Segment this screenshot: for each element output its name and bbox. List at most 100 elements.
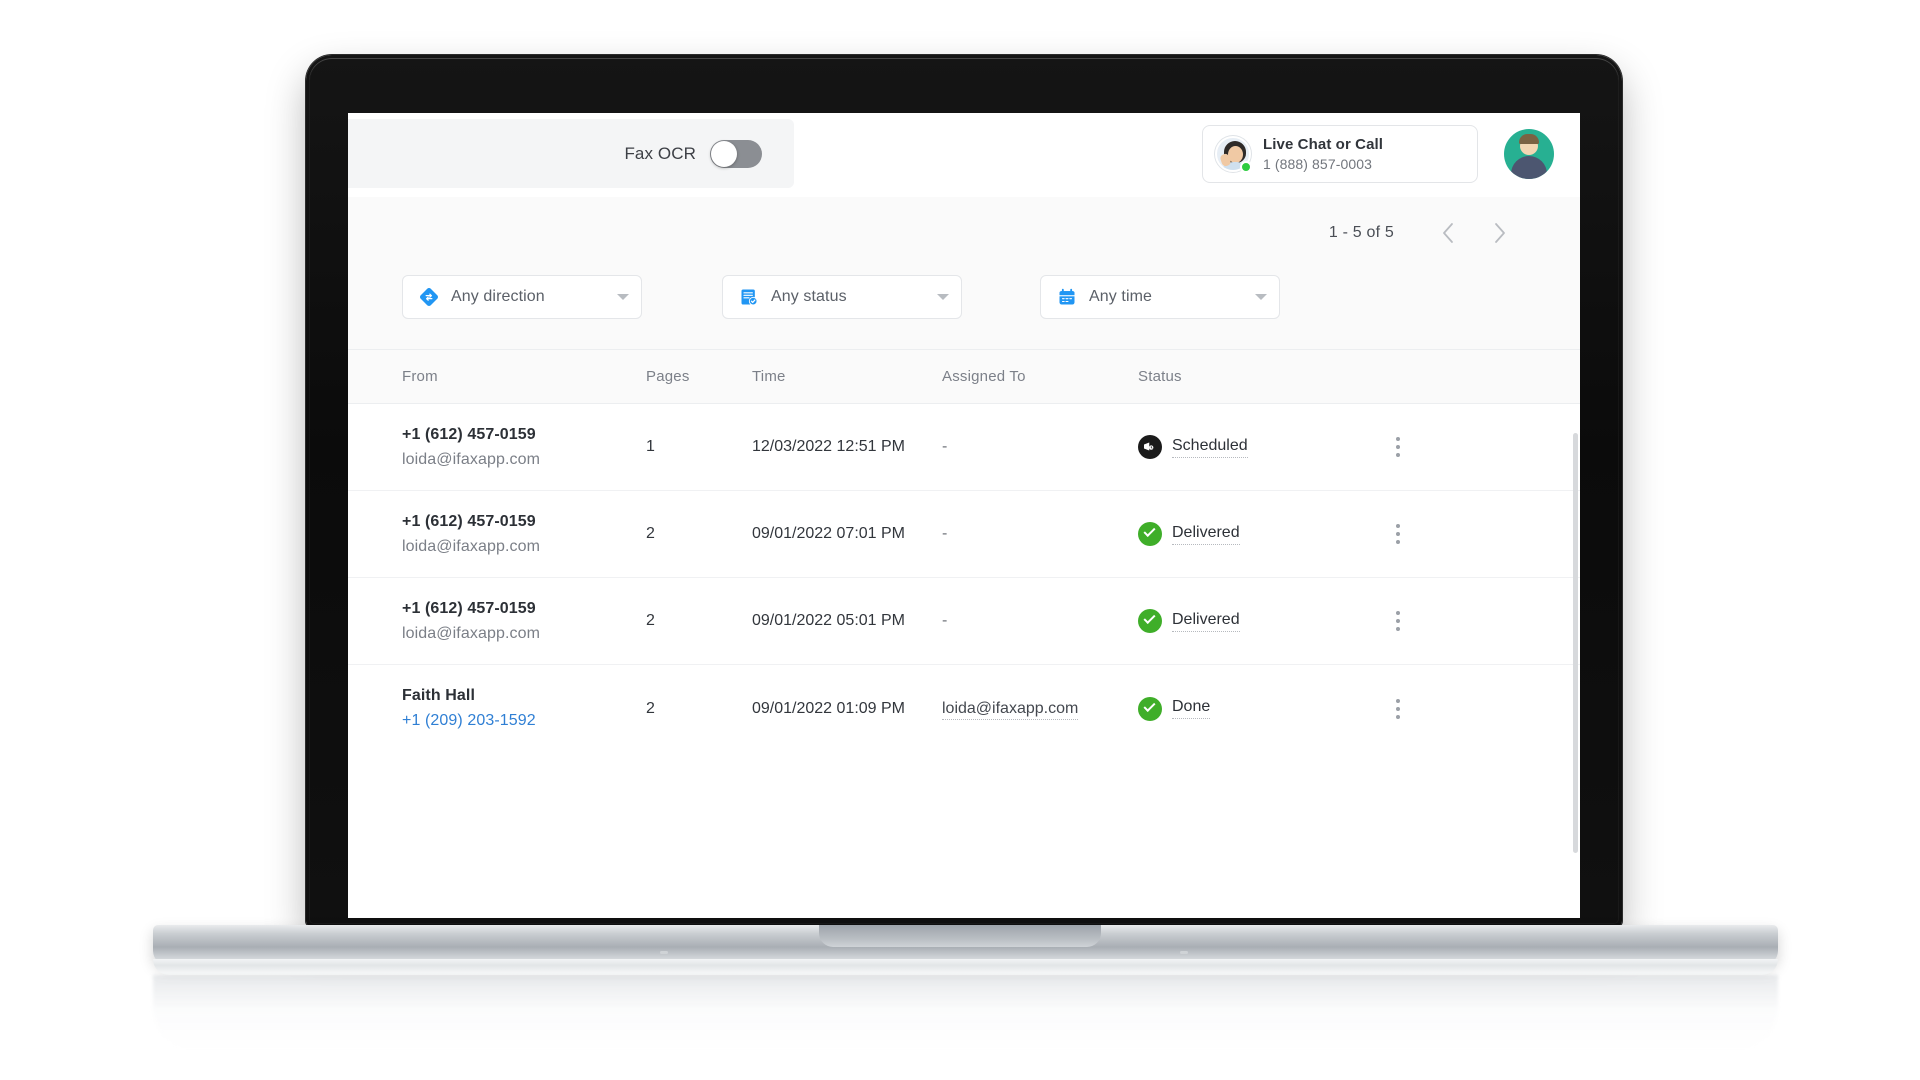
from-secondary: loida@ifaxapp.com	[402, 624, 541, 642]
status-document-icon	[741, 289, 758, 306]
from-primary: Faith Hall	[402, 687, 476, 704]
from-primary: +1 (612) 457-0159	[402, 512, 536, 530]
laptop-reflection	[153, 975, 1778, 1049]
fax-machine-icon	[1144, 442, 1154, 451]
cell-pages: 2	[646, 699, 655, 717]
chevron-down-icon	[1255, 294, 1267, 300]
chevron-down-icon	[937, 294, 949, 300]
chat-text-block: Live Chat or Call 1 (888) 857-0003	[1263, 136, 1383, 173]
status-badge[interactable]: Delivered	[1138, 522, 1368, 546]
next-page-button[interactable]	[1478, 213, 1522, 253]
cell-assigned-to: -	[942, 525, 1138, 543]
cell-from: +1 (612) 457-0159 loida@ifaxapp.com	[402, 513, 646, 556]
from-primary: +1 (612) 457-0159	[402, 425, 536, 443]
cell-time: 09/01/2022 07:01 PM	[752, 525, 906, 542]
check-circle-icon	[1138, 609, 1162, 633]
from-primary: +1 (612) 457-0159	[402, 599, 536, 617]
cell-pages: 1	[646, 438, 655, 455]
filter-any-direction[interactable]: Any direction	[402, 275, 642, 319]
top-bar: Fax OCR Live Chat or Call 1 (888) 857-00…	[348, 113, 1580, 197]
cell-status: Scheduled	[1138, 435, 1368, 459]
laptop-screen: Fax OCR Live Chat or Call 1 (888) 857-00…	[348, 113, 1580, 918]
agent-avatar	[1215, 136, 1252, 173]
direction-diamond-icon	[420, 288, 438, 306]
cell-from: +1 (612) 457-0159 loida@ifaxapp.com	[402, 426, 646, 469]
status-label[interactable]: Done	[1172, 698, 1211, 719]
filter-any-status[interactable]: Any status	[722, 275, 962, 319]
cell-from: Faith Hall +1 (209) 203-1592	[402, 687, 646, 730]
filter-bar: Any direction Any status Any time	[348, 269, 1580, 349]
live-chat-widget[interactable]: Live Chat or Call 1 (888) 857-0003	[1202, 125, 1478, 183]
filter-status-label: Any status	[771, 288, 847, 305]
column-header-pages: Pages	[646, 368, 690, 385]
cell-pages: 2	[646, 525, 655, 542]
column-header-time: Time	[752, 368, 786, 385]
row-menu-button[interactable]	[1368, 437, 1428, 457]
table-row[interactable]: Faith Hall +1 (209) 203-1592 2 09/01/2022 0…	[348, 665, 1580, 752]
cell-status: Done	[1138, 696, 1368, 721]
previous-page-button[interactable]	[1426, 213, 1470, 253]
ifax-app: Fax OCR Live Chat or Call 1 (888) 857-00…	[348, 113, 1580, 918]
cell-assigned-to: -	[942, 612, 1138, 630]
pagination-bar: 1 - 5 of 5	[348, 197, 1580, 269]
cell-time: 09/01/2022 05:01 PM	[752, 612, 906, 629]
from-secondary[interactable]: +1 (209) 203-1592	[402, 712, 646, 730]
laptop-base-lip	[153, 959, 1778, 975]
cell-assigned-to: -	[942, 438, 1138, 456]
status-label[interactable]: Delivered	[1172, 611, 1240, 632]
live-chat-title: Live Chat or Call	[1263, 135, 1384, 153]
assigned-to-empty: -	[942, 525, 948, 542]
table-body: +1 (612) 457-0159 loida@ifaxapp.com 1 12/03…	[348, 404, 1580, 752]
laptop-foot	[660, 951, 668, 954]
row-menu-button[interactable]	[1368, 524, 1428, 544]
laptop-mockup-stage: Fax OCR Live Chat or Call 1 (888) 857-00…	[0, 0, 1920, 1080]
assigned-to-empty: -	[942, 612, 948, 629]
cell-pages: 2	[646, 612, 655, 629]
laptop-foot	[1180, 951, 1188, 954]
scheduled-icon	[1138, 435, 1162, 459]
from-secondary: loida@ifaxapp.com	[402, 450, 541, 468]
filter-direction-label: Any direction	[451, 288, 545, 305]
column-header-status: Status	[1138, 368, 1182, 385]
table-row[interactable]: +1 (612) 457-0159 loida@ifaxapp.com 1 12/03…	[348, 404, 1580, 491]
filter-time-label: Any time	[1089, 288, 1153, 305]
chevron-left-icon	[1443, 223, 1453, 243]
table-row[interactable]: +1 (612) 457-0159 loida@ifaxapp.com 2 09/01…	[348, 578, 1580, 665]
row-menu-button[interactable]	[1368, 611, 1428, 631]
fax-ocr-panel: Fax OCR	[348, 119, 794, 188]
user-avatar[interactable]	[1504, 129, 1554, 179]
check-circle-icon	[1138, 696, 1162, 721]
status-badge[interactable]: Scheduled	[1138, 435, 1368, 459]
toggle-knob	[711, 140, 737, 167]
filter-any-time[interactable]: Any time	[1040, 275, 1280, 319]
laptop-hinge-notch	[819, 925, 1101, 947]
assigned-to-empty: -	[942, 438, 948, 455]
from-secondary: loida@ifaxapp.com	[402, 537, 541, 555]
cell-assigned-to: loida@ifaxapp.com	[942, 699, 1138, 720]
fax-ocr-toggle[interactable]	[710, 139, 762, 168]
status-badge[interactable]: Done	[1138, 696, 1368, 721]
status-badge[interactable]: Delivered	[1138, 609, 1368, 633]
check-circle-icon	[1138, 522, 1162, 546]
cell-time: 09/01/2022 01:09 PM	[752, 699, 906, 717]
content-area: 1 - 5 of 5 Any direction Any status Any …	[348, 197, 1580, 752]
status-label[interactable]: Delivered	[1172, 524, 1240, 545]
fax-table: From Pages Time Assigned To Status +1 (6…	[348, 349, 1580, 752]
table-header-row: From Pages Time Assigned To Status	[348, 350, 1580, 404]
assigned-to-link[interactable]: loida@ifaxapp.com	[942, 699, 1079, 720]
chevron-down-icon	[617, 294, 629, 300]
vertical-scrollbar[interactable]	[1573, 433, 1578, 853]
fax-ocr-label: Fax OCR	[624, 143, 696, 163]
status-label[interactable]: Scheduled	[1172, 437, 1248, 458]
table-row[interactable]: +1 (612) 457-0159 loida@ifaxapp.com 2 09/01…	[348, 491, 1580, 578]
online-status-dot	[1240, 161, 1252, 173]
cell-status: Delivered	[1138, 522, 1368, 546]
calendar-icon	[1059, 288, 1075, 305]
column-header-assigned-to: Assigned To	[942, 368, 1026, 385]
cell-time: 12/03/2022 12:51 PM	[752, 438, 906, 455]
column-header-from: From	[402, 368, 438, 385]
cell-status: Delivered	[1138, 609, 1368, 633]
row-menu-button[interactable]	[1368, 698, 1428, 719]
chevron-right-icon	[1495, 223, 1505, 243]
pagination-range: 1 - 5 of 5	[1328, 224, 1394, 241]
